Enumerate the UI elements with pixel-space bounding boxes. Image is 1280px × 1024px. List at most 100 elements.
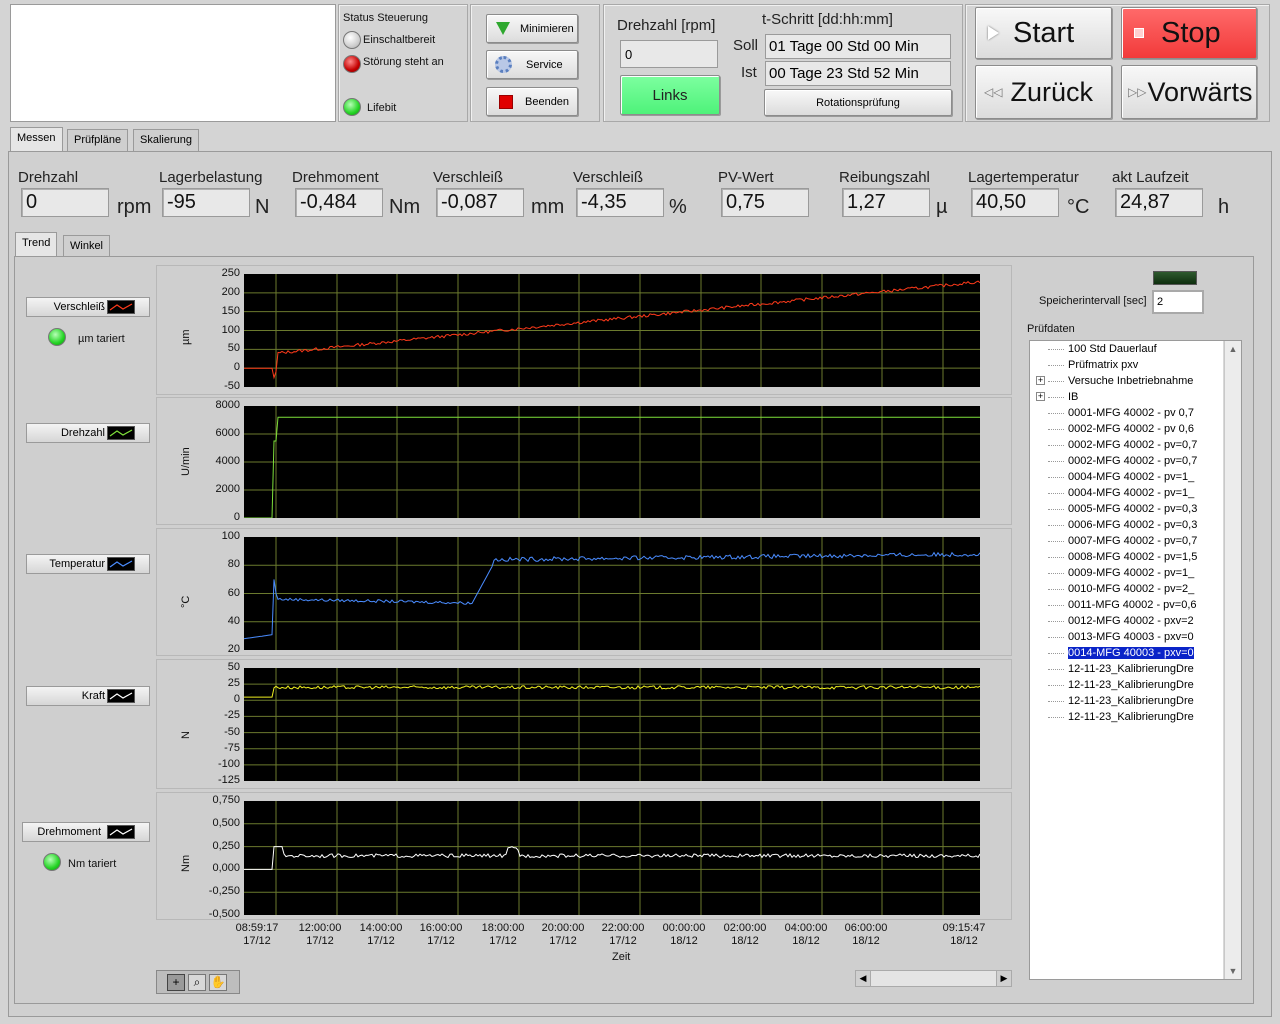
pruefdaten-item[interactable]: 12-11-23_KalibrierungDre: [1030, 677, 1223, 693]
pruefdaten-item[interactable]: 0012-MFG 40002 - pxv=2: [1030, 613, 1223, 629]
legend-temperatur[interactable]: Temperatur: [26, 554, 150, 574]
arrow-down-icon: [496, 22, 510, 35]
nm-tariert-led: [43, 853, 61, 871]
rotationspruefung-button[interactable]: Rotationsprüfung: [764, 89, 952, 116]
pruefdaten-item[interactable]: 0010-MFG 40002 - pv=2_: [1030, 581, 1223, 597]
pruefdaten-item[interactable]: + IB: [1030, 389, 1223, 405]
vorwaerts-button[interactable]: ▷▷ Vorwärts: [1121, 65, 1257, 119]
indicator-value: 40,50: [971, 188, 1059, 217]
scroll-up-icon[interactable]: ▲: [1225, 341, 1241, 357]
service-button[interactable]: Service: [486, 50, 578, 79]
zurueck-button[interactable]: ◁◁ Zurück: [975, 65, 1112, 119]
pruefdaten-item-label: 12-11-23_KalibrierungDre: [1068, 711, 1194, 723]
y-tick-label: 0,750: [212, 794, 240, 806]
chart-plot-area[interactable]: [244, 801, 980, 915]
beenden-button[interactable]: Beenden: [486, 87, 578, 116]
expand-plus-icon[interactable]: +: [1036, 376, 1045, 385]
tree-connector: [1048, 381, 1064, 382]
drehzahl-ctrl-input[interactable]: 0: [620, 40, 718, 68]
scroll-down-icon[interactable]: ▼: [1225, 963, 1241, 979]
y-axis-label: °C: [180, 595, 192, 608]
pruefdaten-item[interactable]: 0001-MFG 40002 - pv 0,7: [1030, 405, 1223, 421]
legend-drehmoment[interactable]: Drehmoment: [22, 822, 150, 842]
legend-drehzahl[interactable]: Drehzahl: [26, 423, 150, 443]
tree-connector: [1048, 477, 1064, 478]
chart-plot-area[interactable]: [244, 537, 980, 650]
pruefdaten-item[interactable]: + Versuche Inbetriebnahme: [1030, 373, 1223, 389]
pruefdaten-item[interactable]: 12-11-23_KalibrierungDre: [1030, 709, 1223, 725]
legend-kraft[interactable]: Kraft: [26, 686, 150, 706]
rotation-label: Rotationsprüfung: [816, 96, 900, 109]
series-line: [244, 416, 980, 518]
pruefdaten-item[interactable]: 0014-MFG 40003 - pxv=0: [1030, 645, 1223, 661]
x-axis-label: Zeit: [612, 951, 631, 963]
pruefdaten-item[interactable]: 0007-MFG 40002 - pv=0,7: [1030, 533, 1223, 549]
pruefdaten-item[interactable]: 0005-MFG 40002 - pv=0,3: [1030, 501, 1223, 517]
tab-pruefplaene[interactable]: Prüfpläne: [67, 129, 129, 151]
pruefdaten-item[interactable]: Prüfmatrix pxv: [1030, 357, 1223, 373]
pruefdaten-item[interactable]: 12-11-23_KalibrierungDre: [1030, 661, 1223, 677]
tab-pruefplaene-label: Prüfpläne: [74, 134, 122, 146]
tree-connector: [1048, 637, 1064, 638]
pruefdaten-item[interactable]: 0002-MFG 40002 - pv 0,6: [1030, 421, 1223, 437]
einschalt-label: Einschaltbereit: [363, 34, 436, 46]
drehzahl-ctrl-label: Drehzahl [rpm]: [617, 17, 716, 34]
chart-plot-area[interactable]: [244, 668, 980, 781]
links-button[interactable]: Links: [620, 75, 720, 115]
x-tick-date: 17/12: [243, 935, 271, 947]
y-tick-label: 40: [227, 614, 240, 627]
y-axis-label: U/min: [180, 447, 192, 476]
pruefdaten-item[interactable]: 100 Std Dauerlauf: [1030, 341, 1223, 357]
chart-svg: [244, 406, 980, 518]
tree-connector: [1048, 413, 1064, 414]
minimieren-button[interactable]: Minimieren: [486, 14, 578, 43]
chart-svg: [244, 668, 980, 781]
pruefdaten-item-label: 0013-MFG 40003 - pxv=0: [1068, 631, 1194, 643]
tab-messen[interactable]: Messen: [10, 127, 63, 152]
y-tick-label: -25: [224, 709, 240, 722]
start-button[interactable]: Start: [975, 7, 1112, 59]
pruefdaten-item[interactable]: 0004-MFG 40002 - pv=1_: [1030, 485, 1223, 501]
stop-square-icon: [499, 94, 513, 109]
y-tick-label: 4000: [215, 455, 240, 467]
stoerung-led: [343, 55, 361, 73]
pruefdaten-item[interactable]: 12-11-23_KalibrierungDre: [1030, 693, 1223, 709]
pruefdaten-item[interactable]: 0004-MFG 40002 - pv=1_: [1030, 469, 1223, 485]
legend-verschleiss-swatch: [107, 300, 135, 314]
chart-svg: [244, 801, 980, 915]
stop-button[interactable]: Stop: [1121, 7, 1257, 59]
scroll-right-icon[interactable]: ▶: [996, 971, 1011, 986]
x-tick-time: 22:00:00: [601, 922, 645, 934]
ist-label: Ist: [741, 64, 757, 81]
scroll-left-icon[interactable]: ◀: [856, 971, 871, 986]
pruefdaten-item[interactable]: 0002-MFG 40002 - pv=0,7: [1030, 437, 1223, 453]
pruefdaten-item-label: IB: [1068, 391, 1079, 403]
y-tick-label: 150: [221, 304, 240, 317]
chart-scrollbar[interactable]: ◀ ▶: [855, 970, 1012, 987]
tree-scrollbar[interactable]: ▲ ▼: [1224, 341, 1241, 979]
pruefdaten-item-label: 0002-MFG 40002 - pv 0,6: [1068, 423, 1194, 435]
tab-trend[interactable]: Trend: [15, 232, 58, 257]
chart-plot-area[interactable]: [244, 406, 980, 518]
x-tick-label: 16:00:00 17/12: [406, 922, 476, 948]
speicher-input[interactable]: 2: [1152, 290, 1204, 314]
zoom-tool-icon[interactable]: ⌕: [188, 974, 206, 991]
crosshair-tool-icon[interactable]: +: [167, 974, 185, 991]
pruefdaten-item[interactable]: 0006-MFG 40002 - pv=0,3: [1030, 517, 1223, 533]
pruefdaten-item[interactable]: 0009-MFG 40002 - pv=1_: [1030, 565, 1223, 581]
tab-winkel[interactable]: Winkel: [63, 235, 111, 257]
pruefdaten-item[interactable]: 0002-MFG 40002 - pv=0,7: [1030, 453, 1223, 469]
x-tick-date: 18/12: [731, 935, 759, 947]
tab-skalierung[interactable]: Skalierung: [133, 129, 199, 151]
pruefdaten-item[interactable]: 0013-MFG 40003 - pxv=0: [1030, 629, 1223, 645]
tree-connector: [1048, 397, 1064, 398]
pruefdaten-item-label: 0002-MFG 40002 - pv=0,7: [1068, 439, 1198, 451]
chart-plot-area[interactable]: [244, 274, 980, 387]
indicator-value: 0: [21, 188, 109, 217]
pruefdaten-item[interactable]: 0008-MFG 40002 - pv=1,5: [1030, 549, 1223, 565]
legend-verschleiss[interactable]: Verschleiß: [26, 297, 150, 317]
pruefdaten-item[interactable]: 0011-MFG 40002 - pv=0,6: [1030, 597, 1223, 613]
service-label: Service: [526, 58, 563, 71]
expand-plus-icon[interactable]: +: [1036, 392, 1045, 401]
pan-hand-icon[interactable]: ✋: [209, 974, 227, 991]
